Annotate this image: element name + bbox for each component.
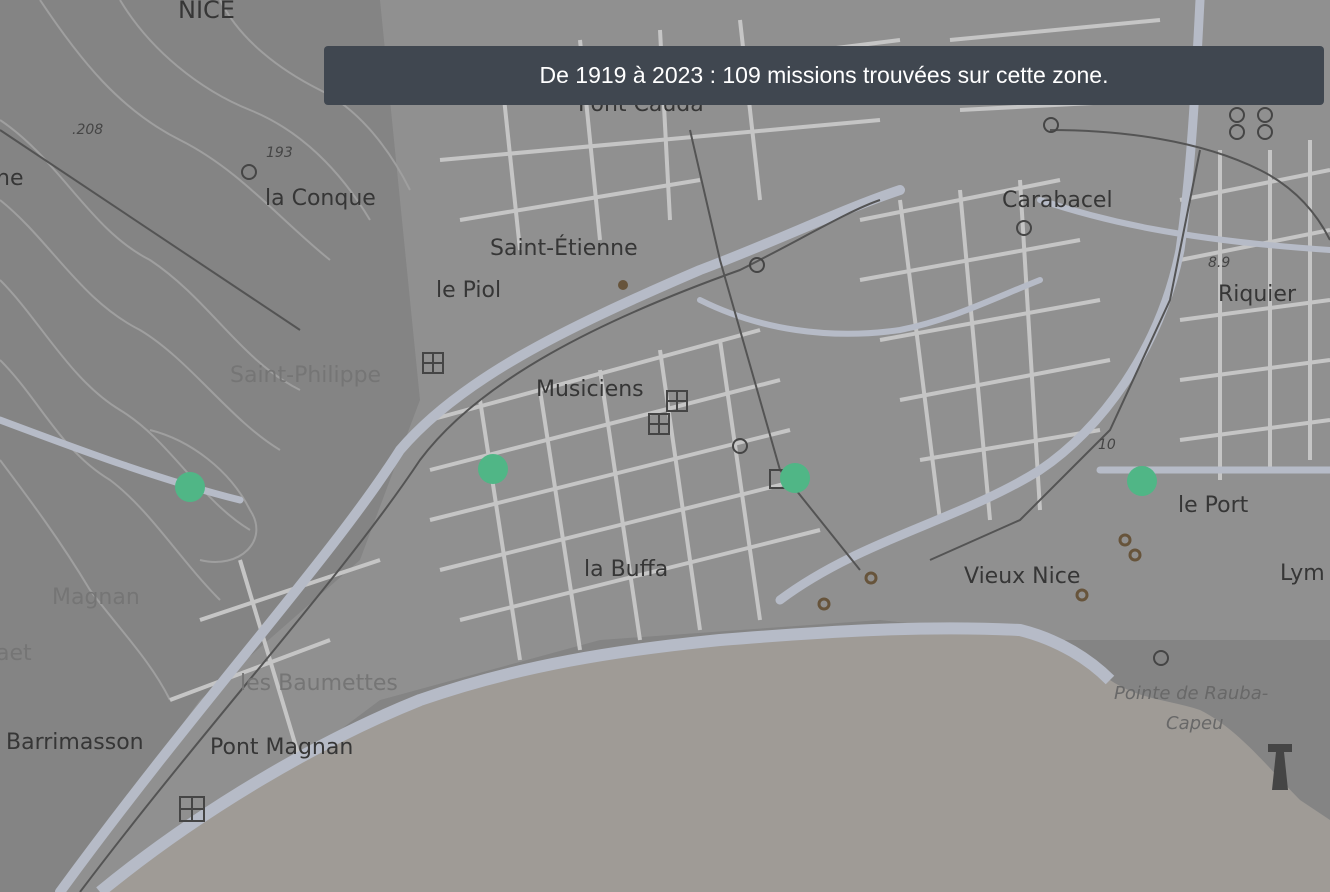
poi-dot: [618, 280, 628, 290]
label-pont-magnan: Pont Magnan: [210, 735, 353, 760]
label-barrimasson: Barrimasson: [6, 730, 144, 755]
mission-marker-center[interactable]: [780, 463, 810, 493]
label-vieux-nice: Vieux Nice: [964, 564, 1080, 589]
result-banner-text: De 1919 à 2023 : 109 missions trouvées s…: [539, 62, 1109, 88]
label-alt-208: .208: [72, 122, 103, 138]
label-alt-193: 193: [266, 145, 293, 161]
label-magnan: Magnan: [52, 585, 140, 610]
label-carabacel: Carabacel: [1002, 188, 1113, 213]
label-le-port: le Port: [1178, 493, 1249, 518]
label-alt-10: 10: [1098, 437, 1116, 453]
map-canvas[interactable]: NICE ne .208 193 8.9 10 la Conque Saint-…: [0, 0, 1330, 892]
result-banner: De 1919 à 2023 : 109 missions trouvées s…: [324, 46, 1324, 105]
label-musiciens: Musiciens: [536, 377, 644, 402]
label-le-piol: le Piol: [436, 278, 501, 303]
label-les-baumettes: les Baumettes: [240, 671, 398, 696]
label-lym: Lym: [1280, 561, 1325, 586]
label-ne: ne: [0, 166, 23, 191]
label-alt-89: 8.9: [1208, 255, 1230, 271]
label-la-buffa: la Buffa: [584, 557, 668, 582]
label-pointe-rauba: Pointe de Rauba-: [1114, 683, 1268, 704]
label-capeu: Capeu: [1166, 713, 1224, 734]
label-nice: NICE: [178, 0, 235, 24]
mission-marker-west[interactable]: [175, 472, 205, 502]
label-riquier: Riquier: [1218, 282, 1297, 307]
label-la-conque: la Conque: [265, 186, 376, 211]
mission-marker-buffa-north[interactable]: [478, 454, 508, 484]
label-aet: aet: [0, 641, 32, 666]
label-saint-philippe: Saint-Philippe: [230, 363, 381, 388]
label-saint-etienne: Saint-Étienne: [490, 235, 638, 261]
mission-marker-port[interactable]: [1127, 466, 1157, 496]
